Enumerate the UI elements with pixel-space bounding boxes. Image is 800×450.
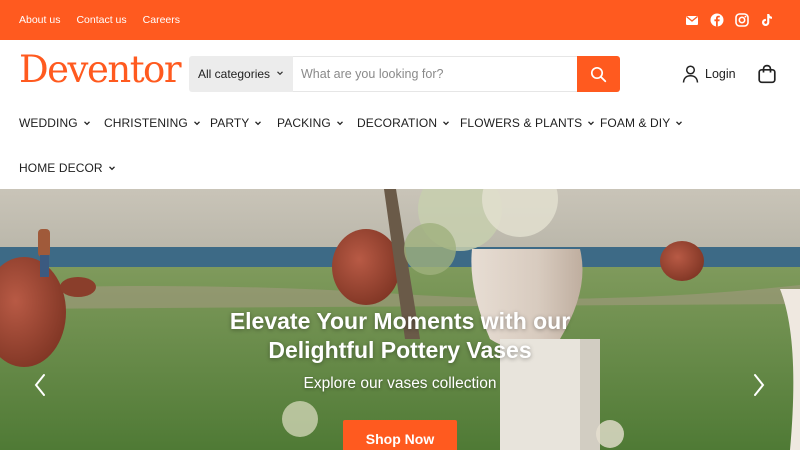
search-icon xyxy=(590,66,607,82)
social-links xyxy=(685,0,774,40)
nav-item-decoration[interactable]: DECORATION xyxy=(357,116,450,130)
hero-banner: Elevate Your Moments with our Delightful… xyxy=(0,189,800,450)
search-button[interactable] xyxy=(577,56,620,92)
search-bar: All categories xyxy=(189,56,620,92)
nav-item-party[interactable]: PARTY xyxy=(210,116,262,130)
facebook-icon[interactable] xyxy=(710,13,724,27)
chevron-down-icon xyxy=(676,121,683,126)
nav-item-label: PARTY xyxy=(210,116,250,130)
contact-us-link[interactable]: Contact us xyxy=(76,14,126,26)
nav-item-wedding[interactable]: WEDDING xyxy=(19,116,91,130)
nav-item-label: PACKING xyxy=(277,116,331,130)
nav-item-label: WEDDING xyxy=(19,116,78,130)
chevron-down-icon xyxy=(83,121,90,126)
login-label: Login xyxy=(705,67,736,81)
category-select[interactable]: All categories xyxy=(189,56,293,92)
chevron-down-icon xyxy=(277,71,283,76)
hero-title-line-1: Elevate Your Moments with our xyxy=(229,308,571,334)
nav-item-label: DECORATION xyxy=(357,116,438,130)
search-input[interactable] xyxy=(293,56,577,92)
chevron-down-icon xyxy=(193,121,200,126)
about-us-link[interactable]: About us xyxy=(19,14,60,26)
header: Deventor All categories Login xyxy=(0,40,800,108)
nav-item-packing[interactable]: PACKING xyxy=(277,116,344,130)
top-bar: About us Contact us Careers xyxy=(0,0,800,40)
site-logo[interactable]: Deventor xyxy=(19,51,182,88)
shop-now-button[interactable]: Shop Now xyxy=(343,420,457,450)
slider-prev-button[interactable] xyxy=(30,372,50,398)
nav-item-flowers-plants[interactable]: FLOWERS & PLANTS xyxy=(460,116,595,130)
slider-next-button[interactable] xyxy=(749,372,769,398)
nav-item-label: HOME DECOR xyxy=(19,161,103,175)
cart-icon xyxy=(758,64,776,84)
chevron-down-icon xyxy=(336,121,343,126)
tiktok-icon[interactable] xyxy=(760,13,774,27)
chevron-down-icon xyxy=(108,166,115,171)
nav-item-label: CHRISTENING xyxy=(104,116,188,130)
category-select-label: All categories xyxy=(198,67,271,81)
nav-item-christening[interactable]: CHRISTENING xyxy=(104,116,201,130)
chevron-down-icon xyxy=(588,121,595,126)
main-nav: WEDDING CHRISTENING PARTY PACKING DECORA… xyxy=(0,108,800,189)
chevron-down-icon xyxy=(443,121,450,126)
hero-subtitle: Explore our vases collection xyxy=(303,375,497,392)
nav-item-label: FOAM & DIY xyxy=(600,116,671,130)
login-link[interactable]: Login xyxy=(682,65,736,83)
cart-button[interactable] xyxy=(757,64,777,84)
nav-item-label: FLOWERS & PLANTS xyxy=(460,116,583,130)
chevron-right-icon xyxy=(754,374,765,396)
user-icon xyxy=(682,65,699,83)
nav-item-home-decor[interactable]: HOME DECOR xyxy=(19,161,116,175)
chevron-down-icon xyxy=(255,121,262,126)
nav-item-foam-diy[interactable]: FOAM & DIY xyxy=(600,116,683,130)
hero-title: Elevate Your Moments with our Delightful… xyxy=(0,307,800,365)
instagram-icon[interactable] xyxy=(735,13,749,27)
hero-title-line-2: Delightful Pottery Vases xyxy=(268,337,532,363)
careers-link[interactable]: Careers xyxy=(143,14,180,26)
chevron-left-icon xyxy=(34,374,45,396)
top-links: About us Contact us Careers xyxy=(19,0,180,40)
email-icon[interactable] xyxy=(685,13,699,27)
